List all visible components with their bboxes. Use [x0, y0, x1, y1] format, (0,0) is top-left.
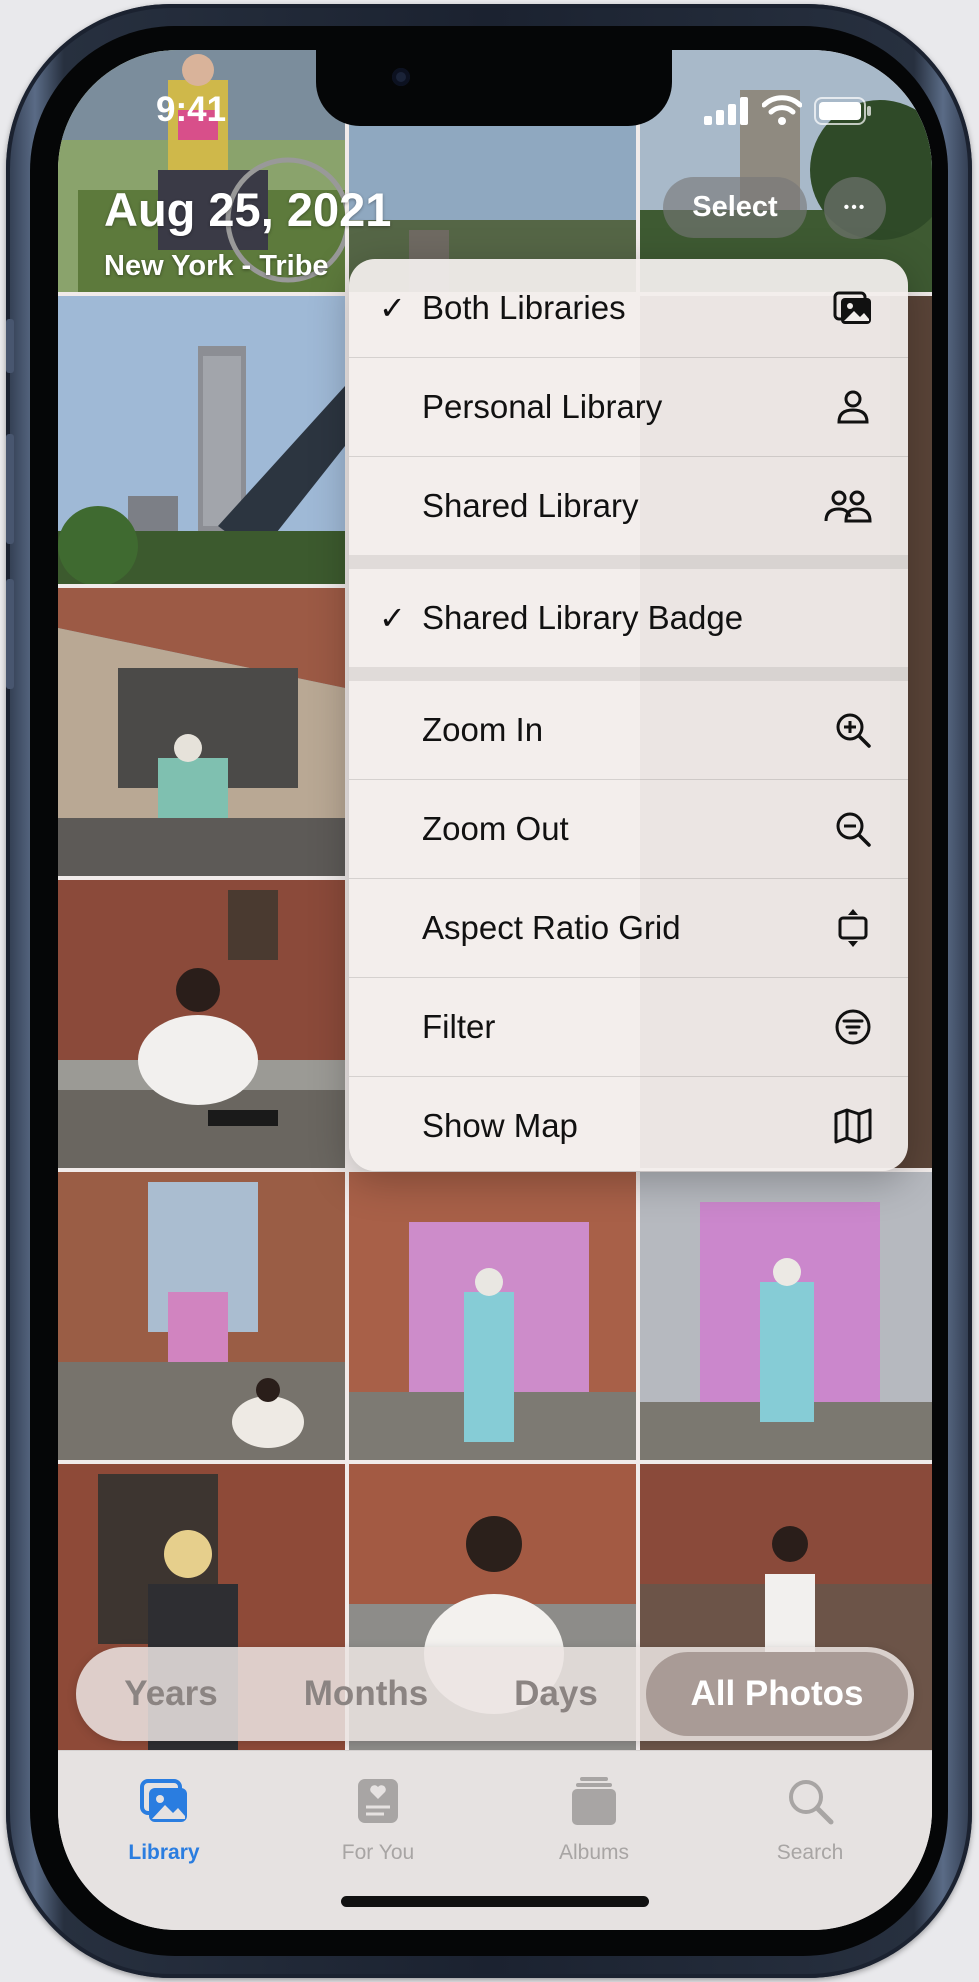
front-camera	[392, 68, 410, 86]
search-icon	[789, 1780, 834, 1825]
menu-item-label: Shared Library	[422, 487, 639, 524]
menu-item-zoom-in[interactable]: Zoom In	[349, 681, 908, 779]
segment-all-photos[interactable]: All Photos	[646, 1652, 908, 1736]
home-indicator[interactable]	[341, 1896, 649, 1907]
date-title: Aug 25, 2021	[104, 183, 392, 236]
tab-label: Albums	[558, 1841, 630, 1864]
for-you-icon	[358, 1779, 398, 1823]
menu-item-label: Filter	[422, 1008, 496, 1045]
tab-search[interactable]: Search	[735, 1773, 885, 1865]
photo-thumbnail[interactable]	[58, 1172, 345, 1460]
segment-months[interactable]: Months	[266, 1647, 466, 1741]
menu-item-label: Personal Library	[422, 388, 663, 425]
tab-label: Search	[776, 1841, 844, 1864]
map-icon	[834, 1108, 872, 1144]
menu-item-aspect-ratio-grid[interactable]: Aspect Ratio Grid	[349, 879, 908, 977]
tab-library[interactable]: Library	[89, 1773, 239, 1865]
volume-down-button	[6, 579, 14, 689]
menu-item-show-map[interactable]: Show Map	[349, 1077, 908, 1171]
aspect-ratio-icon	[838, 909, 868, 947]
menu-item-zoom-out[interactable]: Zoom Out	[349, 780, 908, 878]
menu-item-shared-library[interactable]: Shared Library	[349, 457, 908, 555]
segment-years[interactable]: Years	[76, 1647, 266, 1741]
mute-switch	[6, 319, 14, 373]
menu-item-shared-library-badge[interactable]: ✓ Shared Library Badge	[349, 569, 908, 667]
time-scale-segmented-control: Years Months Days All Photos	[76, 1647, 914, 1741]
more-button[interactable]: •••	[824, 177, 886, 239]
photo-thumbnail[interactable]	[58, 880, 345, 1168]
albums-icon	[572, 1777, 616, 1825]
menu-item-both-libraries[interactable]: ✓ Both Libraries	[349, 259, 908, 357]
menu-item-label: Shared Library Badge	[422, 599, 744, 636]
menu-item-personal-library[interactable]: Personal Library	[349, 358, 908, 456]
location-subtitle: New York - Tribe	[104, 250, 329, 282]
two-people-icon	[824, 490, 872, 523]
photo-library-icon	[833, 291, 871, 324]
menu-item-label: Zoom Out	[422, 810, 569, 847]
photo-thumbnail[interactable]	[349, 1172, 636, 1460]
person-icon	[837, 390, 869, 424]
tab-albums[interactable]: Albums	[519, 1773, 669, 1865]
segment-days[interactable]: Days	[466, 1647, 646, 1741]
status-icons	[704, 95, 872, 125]
tab-label: Library	[128, 1841, 200, 1864]
menu-item-label: Both Libraries	[422, 289, 626, 326]
menu-item-label: Aspect Ratio Grid	[422, 909, 681, 946]
notch	[316, 50, 672, 126]
zoom-out-icon	[836, 812, 871, 847]
status-time: 9:41	[156, 90, 227, 129]
checkmark-icon: ✓	[379, 290, 406, 326]
checkmark-icon: ✓	[379, 600, 406, 636]
photo-thumbnail[interactable]	[640, 1172, 932, 1460]
volume-up-button	[6, 434, 14, 544]
menu-item-filter[interactable]: Filter	[349, 978, 908, 1076]
photo-thumbnail[interactable]	[58, 296, 345, 584]
zoom-in-icon	[836, 713, 871, 748]
more-icon: •••	[843, 199, 867, 216]
wifi-icon	[762, 95, 802, 125]
library-icon	[140, 1779, 187, 1822]
photo-thumbnail[interactable]	[640, 50, 932, 292]
tab-label: For You	[341, 1841, 415, 1864]
tab-for-you[interactable]: For You	[303, 1773, 453, 1865]
battery-icon	[814, 97, 871, 125]
filter-icon	[835, 1009, 871, 1045]
phone-screen: 9:41 Aug 25, 2021 New York - Tribe Selec…	[58, 50, 932, 1930]
view-options-menu: ✓ Both Libraries Personal Library Shared…	[349, 259, 908, 1171]
cellular-signal-icon	[704, 97, 748, 125]
photo-thumbnail[interactable]	[58, 588, 345, 876]
menu-item-label: Show Map	[422, 1107, 578, 1144]
menu-item-label: Zoom In	[422, 711, 544, 748]
select-button[interactable]: Select	[663, 177, 807, 238]
